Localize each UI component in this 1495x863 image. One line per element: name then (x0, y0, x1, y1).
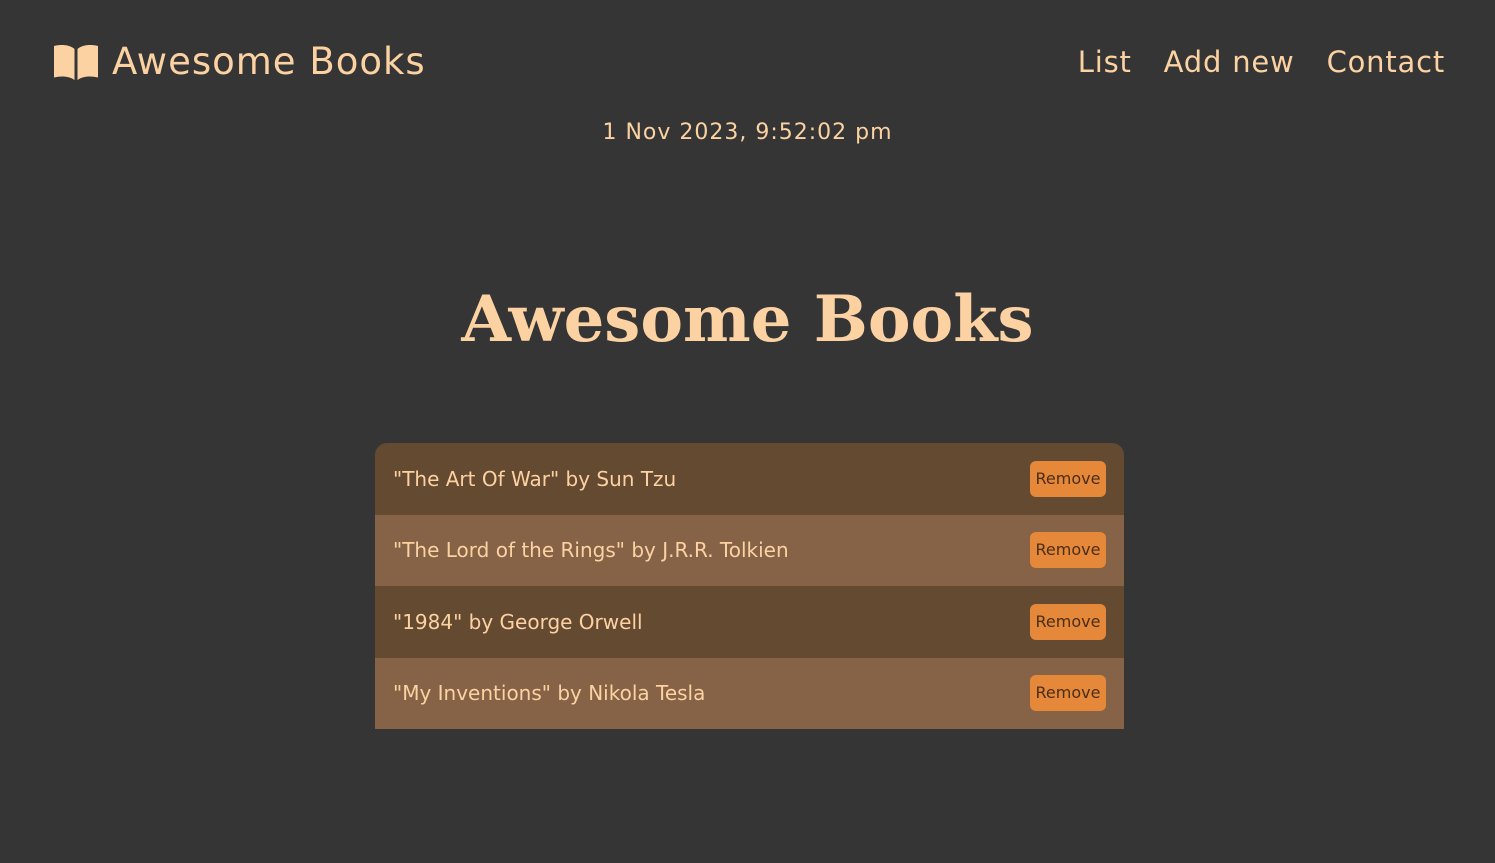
nav-contact-link[interactable]: Contact (1327, 40, 1445, 84)
remove-button[interactable]: Remove (1030, 532, 1106, 569)
book-title-author: "The Lord of the Rings" by J.R.R. Tolkie… (393, 538, 789, 563)
nav-add-new-link[interactable]: Add new (1164, 40, 1295, 84)
open-book-icon (52, 42, 100, 82)
book-row: "The Lord of the Rings" by J.R.R. Tolkie… (375, 514, 1124, 586)
remove-button[interactable]: Remove (1030, 675, 1106, 712)
book-title-author: "The Art Of War" by Sun Tzu (393, 466, 677, 491)
site-header: Awesome Books List Add new Contact (0, 0, 1495, 125)
main-nav: List Add new Contact (1078, 40, 1445, 84)
book-list: "The Art Of War" by Sun Tzu Remove "The … (375, 443, 1124, 729)
book-title-author: "1984" by George Orwell (393, 609, 643, 634)
page-title: Awesome Books (461, 282, 1034, 357)
remove-button[interactable]: Remove (1030, 460, 1106, 497)
nav-list-link[interactable]: List (1078, 40, 1132, 84)
current-datetime: 1 Nov 2023, 9:52:02 pm (602, 120, 893, 145)
book-row: "The Art Of War" by Sun Tzu Remove (375, 443, 1124, 515)
book-row: "1984" by George Orwell Remove (375, 586, 1124, 658)
brand-title: Awesome Books (112, 40, 426, 83)
remove-button[interactable]: Remove (1030, 603, 1106, 640)
book-row: "My Inventions" by Nikola Tesla Remove (375, 657, 1124, 729)
book-title-author: "My Inventions" by Nikola Tesla (393, 681, 706, 706)
brand[interactable]: Awesome Books (52, 38, 426, 86)
